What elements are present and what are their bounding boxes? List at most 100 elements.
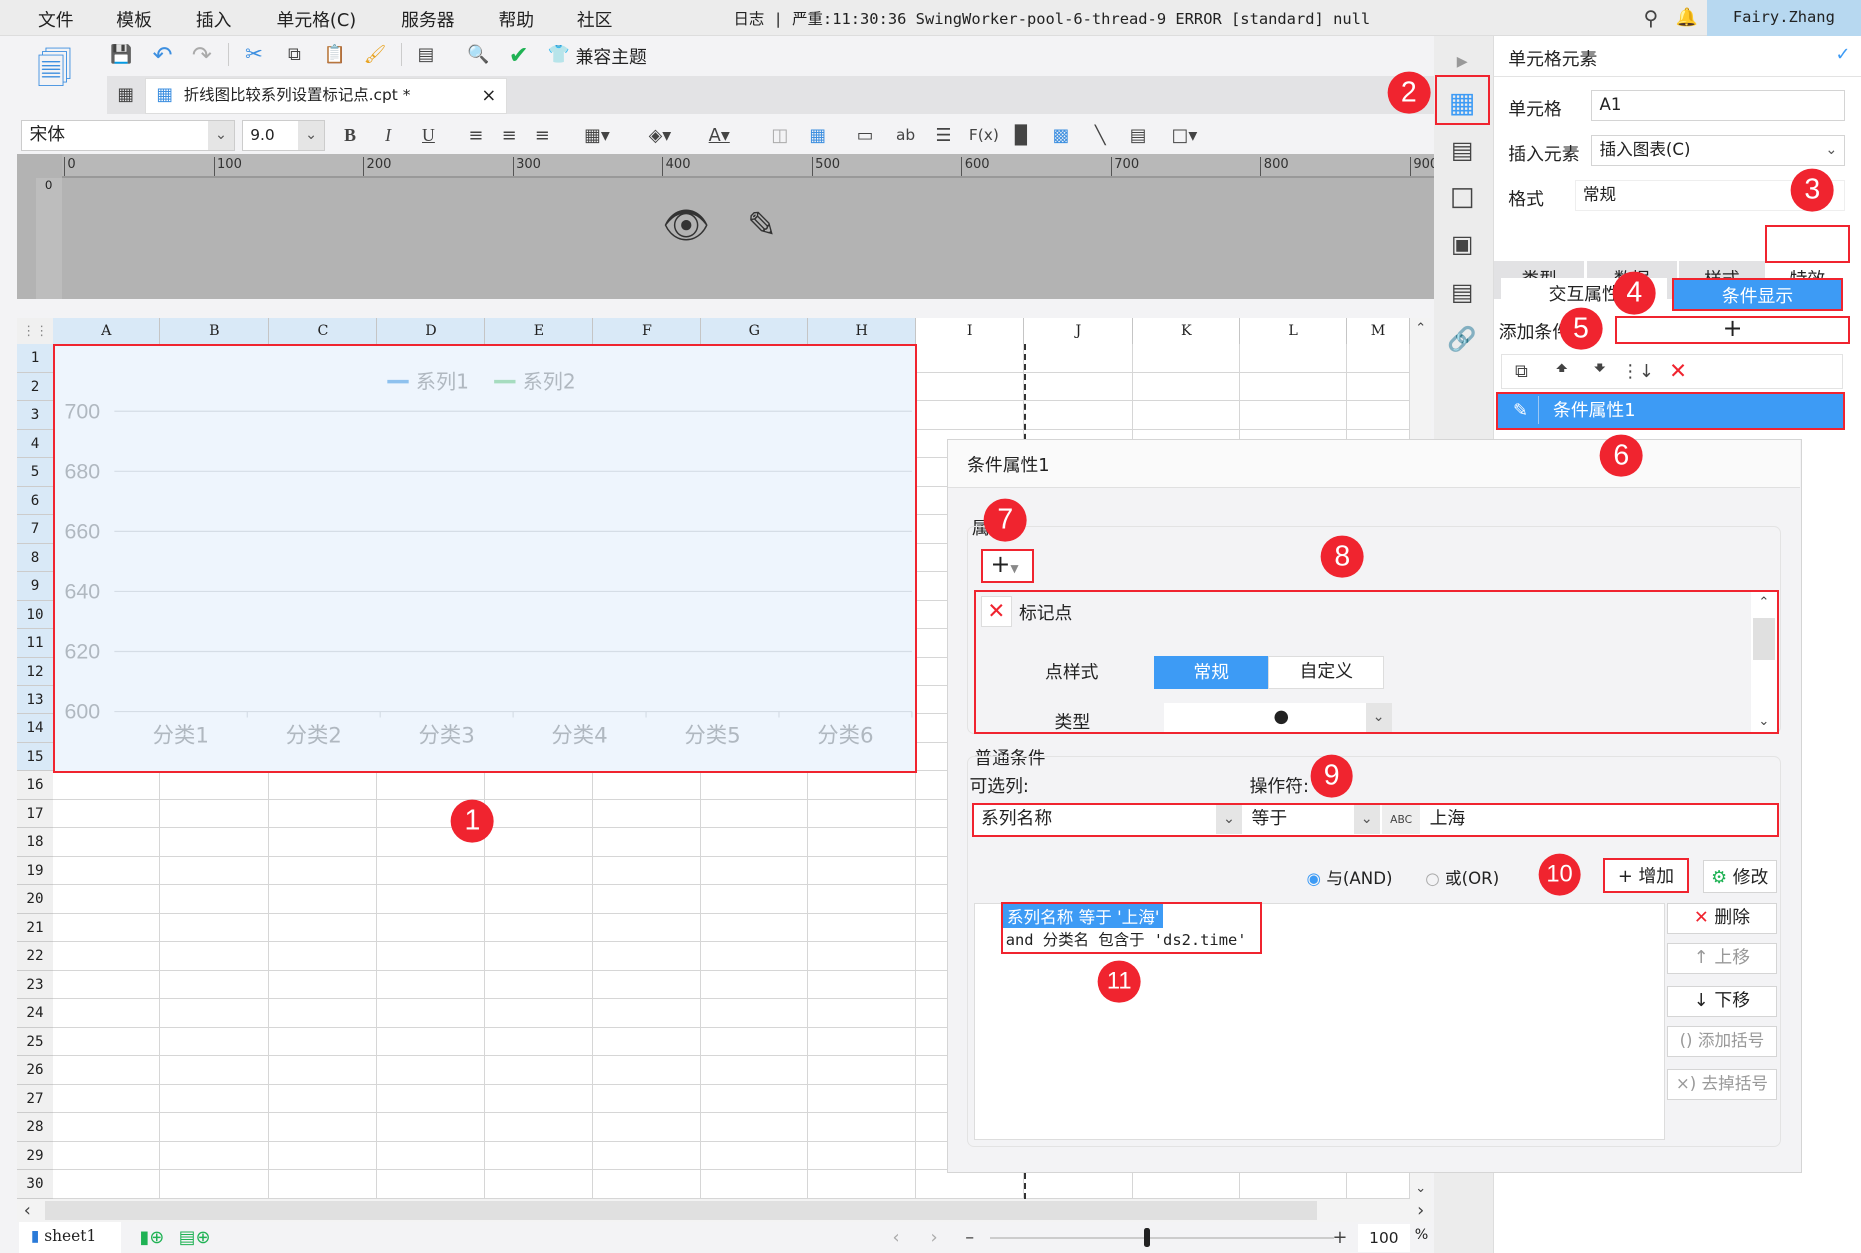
grid-cell[interactable] [485, 771, 594, 800]
bold-icon[interactable]: B [337, 121, 363, 149]
grid-cell[interactable] [1240, 372, 1348, 402]
grid-cell[interactable] [377, 1170, 486, 1199]
copy-icon[interactable]: ⧉ [280, 40, 308, 68]
grid-cell[interactable] [701, 1084, 809, 1114]
row-header[interactable]: 29 [16, 1141, 54, 1171]
horizontal-scrollbar[interactable]: ‹ › [16, 1198, 1432, 1223]
undo-icon[interactable]: ↶ [148, 40, 176, 69]
move-up-button[interactable]: ↑ 上移 [1667, 943, 1777, 975]
grid-cell[interactable] [269, 1170, 378, 1199]
grid-cell[interactable] [808, 942, 917, 971]
chart-cell[interactable]: 600 620 640 660 680 700 分类1 分类2 分类3 分类4 分类5 分类6 系列1 系… [53, 344, 918, 773]
grid-cell[interactable] [593, 1056, 702, 1085]
sheet-tab[interactable]: ▮ sheet1 [18, 1222, 122, 1253]
template-web-icon[interactable]: ▤ [1443, 273, 1481, 311]
grid-cell[interactable] [593, 1027, 702, 1057]
grid-cell[interactable] [593, 913, 702, 943]
grid-cell[interactable] [808, 970, 917, 1000]
grid-cell[interactable] [485, 799, 594, 829]
italic-icon[interactable]: I [375, 121, 401, 149]
save-icon[interactable]: 💾 [107, 40, 135, 68]
grid-cell[interactable] [485, 1170, 594, 1199]
grid-cell[interactable] [593, 828, 702, 857]
row-header[interactable]: 11 [16, 629, 54, 658]
row-header[interactable]: 20 [16, 885, 54, 914]
grid-cell[interactable] [269, 828, 378, 857]
column-header-H[interactable]: H [808, 318, 917, 345]
chevron-down-icon[interactable]: ⌄ [1751, 710, 1777, 731]
text-field-icon[interactable]: ▭ [852, 121, 878, 149]
grid-cell[interactable] [53, 942, 161, 971]
row-header[interactable]: 27 [16, 1084, 54, 1114]
search-icon[interactable]: ⚲ [1638, 5, 1664, 31]
grid-cell[interactable] [701, 885, 809, 914]
copy-icon[interactable]: ⧉ [1508, 358, 1534, 384]
grid-cell[interactable] [1240, 344, 1348, 373]
row-header[interactable]: 21 [16, 913, 54, 943]
grid-cell[interactable] [808, 1170, 917, 1199]
grid-cell[interactable] [1133, 401, 1241, 430]
grid-cell[interactable] [377, 771, 486, 800]
grid-cell[interactable] [377, 856, 486, 886]
grid-cell[interactable] [593, 771, 702, 800]
grid-cell[interactable] [1240, 401, 1348, 430]
grid-cell[interactable] [269, 999, 378, 1028]
row-header[interactable]: 9 [16, 572, 54, 601]
grid-cell[interactable] [916, 401, 1025, 430]
grid-icon[interactable]: ▦ [112, 81, 140, 109]
grid-cell[interactable] [1347, 1170, 1410, 1199]
grid-cell[interactable] [701, 771, 809, 800]
value-input[interactable]: 上海 [1422, 805, 1774, 834]
grid-cell[interactable] [160, 1170, 270, 1199]
row-header[interactable]: 5 [16, 458, 54, 487]
log-message[interactable]: 日志 | 严重:11:30:36 SwingWorker-pool-6-thre… [733, 7, 1370, 29]
grid-cell[interactable] [53, 999, 161, 1028]
grid-cell[interactable] [1133, 1170, 1241, 1199]
pencil-icon[interactable]: ✎ [738, 202, 785, 249]
grid-cell[interactable] [53, 1113, 161, 1142]
scrollbar-thumb[interactable] [1753, 617, 1775, 661]
row-header[interactable]: 13 [16, 686, 54, 715]
grid-cell[interactable] [808, 1113, 917, 1142]
next-sheet-icon[interactable]: › [926, 1226, 943, 1250]
template-icon[interactable]: 🗐 [33, 43, 76, 105]
grid-cell[interactable] [160, 913, 270, 943]
select-all-icon[interactable]: ⋮⋮ [16, 318, 54, 345]
bar-chart-icon[interactable]: ▉ [1009, 121, 1035, 149]
row-header[interactable]: 1 [16, 344, 54, 373]
grid-cell[interactable] [485, 885, 594, 914]
grid-cell[interactable] [269, 1027, 378, 1057]
checkmark-icon[interactable]: ✓ [1831, 43, 1855, 67]
column-select[interactable]: 系列名称 ⌄ [973, 805, 1243, 834]
grid-cell[interactable] [701, 999, 809, 1028]
grid-cell[interactable] [808, 999, 917, 1028]
prev-sheet-icon[interactable]: ‹ [888, 1226, 905, 1250]
column-header-C[interactable]: C [269, 318, 378, 345]
condition-item[interactable]: ✎ 条件属性1 [1496, 391, 1846, 430]
zoom-out-icon[interactable]: – [961, 1226, 978, 1250]
grid-cell[interactable] [593, 1141, 702, 1171]
grid-cell[interactable] [377, 885, 486, 914]
menu-insert[interactable]: 插入 [196, 6, 232, 32]
menu-server[interactable]: 服务器 [401, 6, 454, 32]
font-family-select[interactable]: 宋体 ⌄ [21, 119, 235, 151]
grid-cell[interactable] [701, 799, 809, 829]
grid-cell[interactable] [377, 1141, 486, 1171]
grid-cell[interactable] [160, 1141, 270, 1171]
grid-cell[interactable] [160, 999, 270, 1028]
delete-icon[interactable]: ✕ [1665, 358, 1691, 384]
parameter-icon[interactable]: ▣ [1443, 225, 1481, 263]
underline-icon[interactable]: U [415, 121, 441, 149]
text-box-icon[interactable]: ▤ [412, 40, 440, 68]
row-header[interactable]: 15 [16, 742, 54, 772]
row-header[interactable]: 7 [16, 515, 54, 544]
grid-cell[interactable] [377, 970, 486, 1000]
grid-cell[interactable] [916, 372, 1025, 402]
cell-input[interactable]: A1 [1591, 90, 1846, 122]
marker-type-select[interactable]: ● ⌄ [1163, 703, 1392, 733]
menu-file[interactable]: 文件 [38, 6, 74, 32]
column-header-G[interactable]: G [701, 318, 809, 345]
sort-icon[interactable]: ⋮↓ [1621, 358, 1654, 384]
row-header[interactable]: 30 [16, 1170, 54, 1199]
column-header-F[interactable]: F [593, 318, 702, 345]
